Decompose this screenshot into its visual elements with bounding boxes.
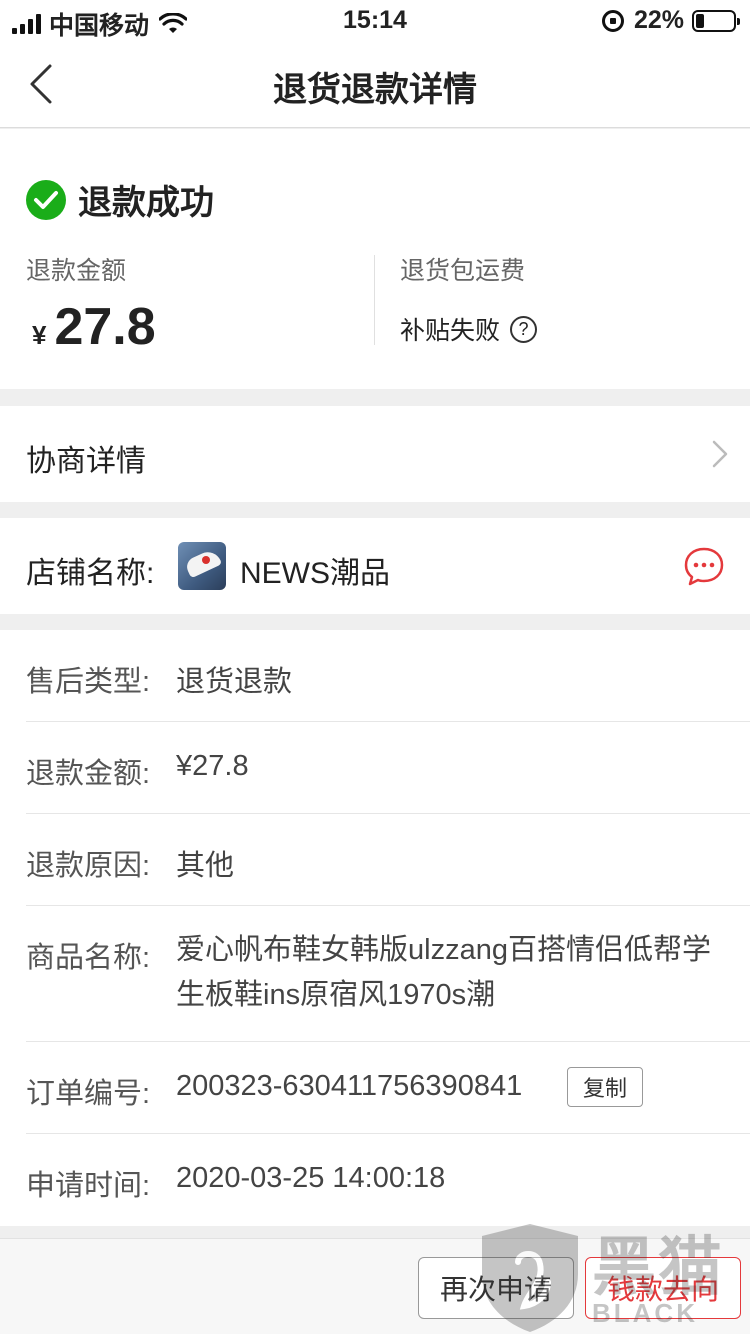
detail-row-reason: 退款原因: 其他 — [26, 814, 750, 906]
detail-label: 售后类型: — [26, 666, 151, 698]
reapply-button[interactable]: 再次申请 — [418, 1257, 574, 1319]
detail-label: 退款金额: — [26, 758, 151, 790]
detail-row-type: 售后类型: 退货退款 — [26, 630, 750, 722]
detail-row-order-number: 订单编号: 200323-630411756390841 复制 — [26, 1042, 750, 1134]
currency-symbol: ¥ — [32, 320, 47, 350]
detail-label: 申请时间: — [26, 1170, 151, 1202]
refund-amount-label: 退款金额 — [26, 257, 127, 285]
rotation-lock-icon — [601, 9, 624, 32]
detail-row-amount: 退款金额: ¥27.8 — [26, 722, 750, 814]
detail-label: 退款原因: — [26, 850, 151, 882]
detail-value: ¥27.8 — [176, 750, 249, 782]
status-bar: 中国移动 15:14 22% — [0, 0, 750, 40]
check-circle-icon — [26, 179, 66, 220]
return-shipping-status: 补贴失败 ? — [400, 311, 538, 347]
detail-row-apply-time: 申请时间: 2020-03-25 14:00:18 — [26, 1134, 750, 1226]
battery-percent: 22% — [633, 6, 684, 34]
return-shipping-value: 补贴失败 — [400, 317, 501, 345]
battery-fill — [696, 13, 704, 28]
refund-status-row: 退款成功 — [26, 175, 214, 224]
status-bar-right: 22% — [601, 6, 740, 35]
store-row: 店铺名称: NEWS潮品 — [0, 518, 750, 614]
detail-value: 退货退款 — [176, 666, 293, 698]
negotiation-details-row[interactable]: 协商详情 — [0, 406, 750, 502]
question-circle-icon[interactable]: ? — [510, 315, 538, 343]
money-whereabouts-button[interactable]: 钱款去向 — [585, 1257, 741, 1319]
detail-value: 其他 — [176, 850, 235, 882]
detail-value: 爱心帆布鞋女韩版ulzzang百搭情侣低帮学生板鞋ins原宿风1970s潮 — [176, 934, 711, 1011]
refund-amount-value: 27.8 — [54, 298, 156, 356]
detail-row-product: 商品名称: 爱心帆布鞋女韩版ulzzang百搭情侣低帮学生板鞋ins原宿风197… — [26, 906, 750, 1042]
heart-icon — [202, 556, 210, 564]
store-avatar[interactable] — [178, 542, 226, 590]
battery-icon — [692, 9, 740, 32]
page-title: 退货退款详情 — [273, 71, 477, 109]
refund-amount: ¥ 27.8 — [32, 297, 156, 357]
return-shipping-label: 退货包运费 — [400, 257, 526, 285]
refund-status-text: 退款成功 — [78, 184, 214, 222]
copy-button[interactable]: 复制 — [567, 1067, 643, 1107]
detail-label: 订单编号: — [26, 1078, 151, 1110]
bottom-action-bar: 再次申请 钱款去向 — [0, 1238, 750, 1334]
detail-value: 200323-630411756390841 — [176, 1070, 523, 1102]
refund-status-card: 退款成功 退款金额 ¥ 27.8 退货包运费 补贴失败 ? — [0, 129, 750, 389]
nav-bar: 退货退款详情 — [0, 40, 750, 128]
negotiation-details-label: 协商详情 — [26, 445, 146, 478]
detail-value: 2020-03-25 14:00:18 — [176, 1162, 446, 1194]
store-name[interactable]: NEWS潮品 — [240, 548, 390, 592]
detail-label: 商品名称: — [26, 942, 151, 974]
after-sale-details: 售后类型: 退货退款 退款金额: ¥27.8 退款原因: 其他 商品名称: 爱心… — [0, 630, 750, 1226]
chevron-right-icon — [712, 440, 728, 468]
divider — [374, 255, 375, 345]
store-name-label: 店铺名称: — [26, 557, 155, 590]
chat-bubble-icon[interactable] — [684, 546, 724, 586]
